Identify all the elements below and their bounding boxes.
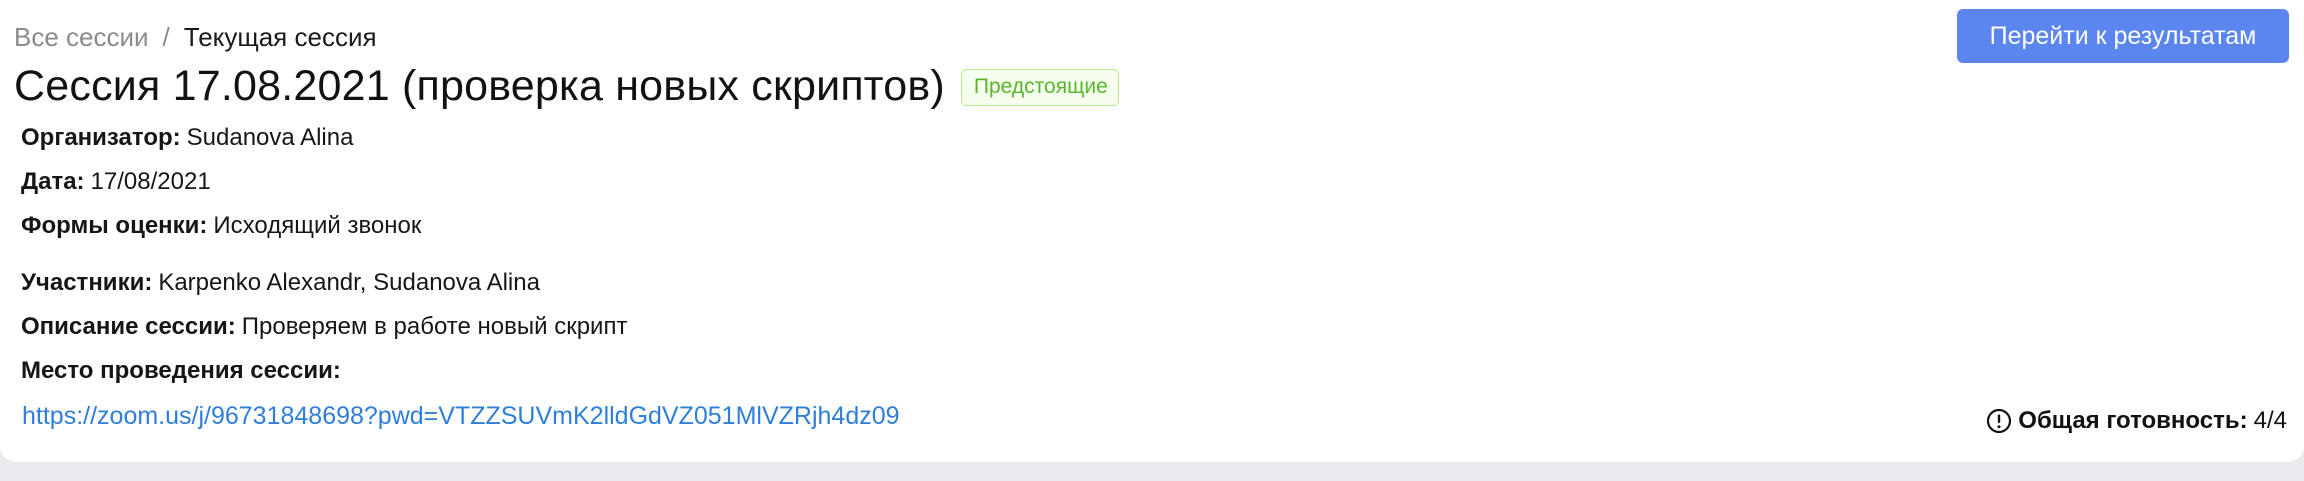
organizer-label: Организатор: xyxy=(21,124,181,151)
exclamation-circle-icon xyxy=(1986,408,2012,434)
go-to-results-button[interactable]: Перейти к результатам xyxy=(1957,9,2289,63)
session-card: Все сессии / Текущая сессия Сессия 17.08… xyxy=(0,0,2304,462)
breadcrumb-all-sessions[interactable]: Все сессии xyxy=(14,22,149,52)
organizer-row: Организатор: Sudanova Alina xyxy=(21,123,353,153)
forms-row: Формы оценки: Исходящий звонок xyxy=(21,211,421,241)
readiness-label: Общая готовность: xyxy=(2018,407,2248,434)
participants-value: Karpenko Alexandr, Sudanova Alina xyxy=(158,269,540,296)
location-label: Место проведения сессии: xyxy=(21,357,341,384)
organizer-value: Sudanova Alina xyxy=(186,124,354,151)
description-label: Описание сессии: xyxy=(21,313,236,340)
description-row: Описание сессии: Проверяем в работе новый… xyxy=(21,312,627,342)
session-location-link[interactable]: https://zoom.us/j/96731848698?pwd=VTZZSU… xyxy=(22,400,900,432)
breadcrumb: Все сессии / Текущая сессия xyxy=(14,22,377,52)
description-value: Проверяем в работе новый скрипт xyxy=(241,313,628,340)
overall-readiness: Общая готовность: 4/4 xyxy=(1986,406,2287,436)
participants-row: Участники: Karpenko Alexandr, Sudanova Al… xyxy=(21,268,540,298)
breadcrumb-separator: / xyxy=(162,22,170,52)
location-row: Место проведения сессии: xyxy=(21,356,347,386)
date-value: 17/08/2021 xyxy=(90,168,211,195)
title-row: Сессия 17.08.2021 (проверка новых скрипт… xyxy=(14,60,1119,112)
forms-label: Формы оценки: xyxy=(21,212,208,239)
date-label: Дата: xyxy=(21,168,85,195)
readiness-value: 4/4 xyxy=(2253,407,2287,434)
participants-label: Участники: xyxy=(21,269,153,296)
status-badge: Предстоящие xyxy=(960,68,1119,106)
breadcrumb-current: Текущая сессия xyxy=(183,22,377,52)
page-title: Сессия 17.08.2021 (проверка новых скрипт… xyxy=(14,62,945,110)
forms-value: Исходящий звонок xyxy=(213,212,422,239)
date-row: Дата: 17/08/2021 xyxy=(21,167,211,197)
